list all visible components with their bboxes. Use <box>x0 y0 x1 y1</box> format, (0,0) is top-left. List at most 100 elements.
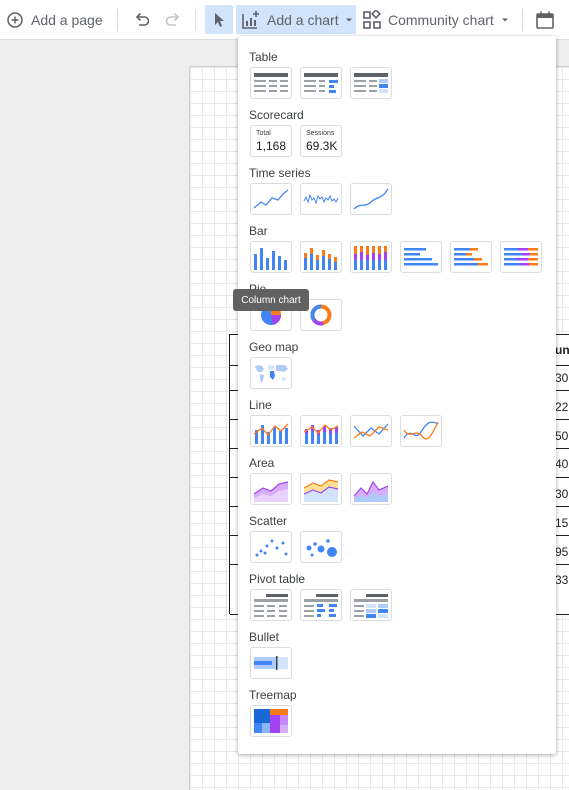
chart-option-bar[interactable] <box>400 241 442 273</box>
redo-button[interactable] <box>162 5 184 34</box>
date-range-button[interactable] <box>535 5 555 34</box>
combo-chart-icon <box>253 423 289 444</box>
pivot-table-heatmap-icon <box>354 594 388 618</box>
add-chart-button[interactable]: Add a chart <box>236 5 356 34</box>
pivot-table-icon <box>254 594 288 617</box>
smoothed-line-icon <box>403 421 439 440</box>
community-viz-icon <box>363 9 382 29</box>
bubble-chart-icon <box>306 539 337 557</box>
chart-option-scorecard-compact[interactable]: Sessions 69.3K <box>300 125 342 157</box>
calendar-icon <box>536 11 554 29</box>
scorecard-value: 69.3K <box>306 139 338 153</box>
bar-chart-icon <box>404 248 438 266</box>
scatter-chart-icon <box>255 539 288 557</box>
table-chart-icon <box>254 73 288 92</box>
stacked-combo-icon <box>303 424 339 444</box>
chart-option-area[interactable] <box>250 473 292 505</box>
section-title-treemap: Treemap <box>249 688 297 702</box>
chart-option-scatter[interactable] <box>250 531 292 563</box>
table-cell: 30 <box>555 487 569 501</box>
table-cell: 332 <box>555 573 569 587</box>
chart-option-sparkline[interactable] <box>300 183 342 215</box>
section-title-time-series: Time series <box>249 166 311 180</box>
section-title-pivot-table: Pivot table <box>249 572 306 586</box>
percent-stacked-area-icon <box>353 480 389 502</box>
select-tool-button[interactable] <box>205 5 233 34</box>
section-title-geo-map: Geo map <box>249 340 299 354</box>
chart-option-geo-map[interactable] <box>250 357 292 389</box>
geo-map-icon <box>255 365 288 383</box>
scorecard-label: Total <box>256 130 271 137</box>
treemap-chart-icon <box>254 709 288 733</box>
chart-option-combo[interactable] <box>250 415 292 447</box>
chart-option-smoothed-time-series[interactable] <box>350 183 392 215</box>
toolbar-divider <box>117 9 118 31</box>
add-chart-icon <box>242 10 259 29</box>
chart-option-100-stacked-column[interactable] <box>350 241 392 273</box>
section-title-table: Table <box>249 50 278 64</box>
time-series-icon <box>253 189 289 209</box>
chart-option-100-stacked-bar[interactable] <box>500 241 542 273</box>
dropdown-arrow-icon <box>345 18 352 21</box>
chart-option-stacked-area[interactable] <box>300 473 342 505</box>
community-chart-button[interactable]: Community chart <box>362 5 510 34</box>
undo-button[interactable] <box>131 5 153 34</box>
chart-option-stacked-bar[interactable] <box>450 241 492 273</box>
percent-stacked-bar-icon <box>504 248 538 266</box>
chart-option-time-series[interactable] <box>250 183 292 215</box>
add-chart-label: Add a chart <box>267 11 339 28</box>
table-with-bars-icon <box>304 73 338 93</box>
stacked-bar-icon <box>454 248 488 266</box>
chart-option-stacked-combo[interactable] <box>300 415 342 447</box>
chart-option-treemap[interactable] <box>250 705 292 737</box>
section-title-line: Line <box>249 398 272 412</box>
toolbar-divider <box>195 9 196 31</box>
chart-option-pivot-table[interactable] <box>250 589 292 621</box>
add-circle-icon <box>7 11 23 28</box>
chart-option-line[interactable] <box>350 415 392 447</box>
community-chart-label: Community chart <box>388 11 494 28</box>
chart-option-100-stacked-area[interactable] <box>350 473 392 505</box>
section-title-scorecard: Scorecard <box>249 108 304 122</box>
chart-option-bubble[interactable] <box>300 531 342 563</box>
redo-icon <box>165 12 180 26</box>
table-cell: 40 <box>555 457 569 471</box>
stacked-area-icon <box>303 479 339 502</box>
chart-option-table-heatmap[interactable] <box>350 67 392 99</box>
bullet-chart-icon <box>254 656 288 670</box>
section-title-scatter: Scatter <box>249 514 288 528</box>
percent-stacked-column-icon <box>354 246 387 270</box>
chart-option-stacked-column[interactable] <box>300 241 342 273</box>
tooltip: Column chart <box>233 289 309 311</box>
chart-option-bullet[interactable] <box>250 647 292 679</box>
section-title-area: Area <box>249 456 275 470</box>
section-title-bar: Bar <box>249 224 268 238</box>
chart-option-table-with-bars[interactable] <box>300 67 342 99</box>
add-page-button[interactable]: Add a page <box>6 5 103 34</box>
chart-option-pivot-table-heatmap[interactable] <box>350 589 392 621</box>
chart-option-column[interactable] <box>250 241 292 273</box>
table-cell: 30 <box>555 371 569 385</box>
sparkline-icon <box>303 193 339 205</box>
chart-option-table[interactable] <box>250 67 292 99</box>
toolbar-divider <box>522 9 523 31</box>
add-chart-menu: Table Scorecard Total 1,168 Sessions 69.… <box>238 36 556 754</box>
add-page-label: Add a page <box>31 11 103 28</box>
table-cell: 50 <box>555 429 569 443</box>
chart-option-smoothed-line[interactable] <box>400 415 442 447</box>
section-title-bullet: Bullet <box>249 630 280 644</box>
table-heatmap-icon <box>354 73 388 93</box>
cursor-icon <box>215 12 224 27</box>
table-cell: 22 <box>555 400 569 414</box>
area-chart-icon <box>253 481 289 502</box>
scorecard-value: 1,168 <box>256 139 287 153</box>
undo-icon <box>135 12 150 26</box>
table-cell: 15 <box>555 516 569 530</box>
table-header-cell: unt <box>555 343 569 357</box>
pivot-table-with-bars-icon <box>304 594 338 617</box>
chart-option-pivot-table-with-bars[interactable] <box>300 589 342 621</box>
stacked-column-icon <box>304 248 337 270</box>
chart-option-scorecard[interactable]: Total 1,168 <box>250 125 292 157</box>
line-chart-icon <box>353 423 389 439</box>
column-chart-icon <box>254 248 287 270</box>
